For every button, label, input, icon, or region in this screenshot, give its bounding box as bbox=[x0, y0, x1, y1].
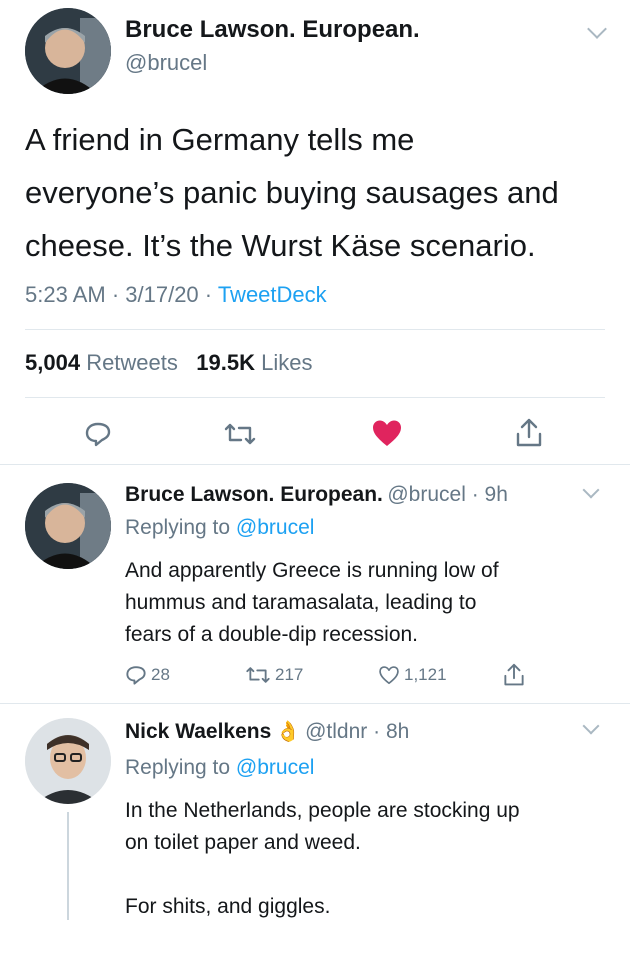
reply-icon bbox=[126, 666, 146, 685]
divider bbox=[0, 464, 630, 465]
tweet-text-line: A friend in Germany tells me bbox=[25, 122, 415, 157]
reply-text-line: And apparently Greece is running low of bbox=[125, 559, 499, 582]
like-count: 1,121 bbox=[404, 665, 447, 684]
author-avatar[interactable] bbox=[25, 8, 111, 94]
share-icon[interactable] bbox=[513, 416, 545, 450]
thread-line bbox=[67, 812, 69, 920]
ok-hand-emoji: 👌 bbox=[275, 721, 301, 743]
reply-handle-time[interactable]: @tldnr · 8h bbox=[305, 720, 409, 743]
reply-header: Nick Waelkens 👌 @tldnr · 8h bbox=[125, 719, 409, 744]
reply-text-line: on toilet paper and weed. bbox=[125, 831, 361, 854]
retweet-icon bbox=[246, 667, 270, 683]
divider bbox=[0, 703, 630, 704]
reply-author-name[interactable]: Nick Waelkens bbox=[125, 720, 271, 743]
reply-text: In the Netherlands, people are stocking … bbox=[125, 795, 615, 923]
tweet-text-line: everyone’s panic buying sausages and bbox=[25, 175, 559, 210]
heart-icon bbox=[379, 666, 399, 685]
reply-author-avatar[interactable] bbox=[25, 718, 111, 804]
like-heart-icon[interactable] bbox=[370, 417, 404, 449]
reply-count: 28 bbox=[151, 665, 170, 684]
author-handle[interactable]: @brucel bbox=[125, 50, 207, 76]
tweet-source-link[interactable]: TweetDeck bbox=[218, 282, 327, 307]
likes-stat[interactable]: 19.5K Likes bbox=[196, 350, 312, 375]
tweet-text: A friend in Germany tells me everyone’s … bbox=[25, 113, 615, 272]
replying-to-link[interactable]: @brucel bbox=[236, 516, 315, 539]
reply-action-like[interactable]: 1,121 bbox=[378, 664, 447, 686]
tweet-time: 5:23 AM · 3/17/20 · bbox=[25, 282, 218, 307]
tweet-timestamp: 5:23 AM · 3/17/20 · TweetDeck bbox=[25, 282, 327, 308]
share-icon[interactable] bbox=[503, 662, 525, 693]
reply-icon[interactable] bbox=[82, 418, 114, 450]
retweet-count: 217 bbox=[275, 665, 304, 684]
reply-text-line: fears of a double-dip recession. bbox=[125, 623, 419, 646]
tweet-stats: 5,004 Retweets 19.5K Likes bbox=[25, 350, 312, 376]
replying-to: Replying to @brucel bbox=[125, 756, 315, 779]
replying-to: Replying to @brucel bbox=[125, 516, 315, 539]
reply-handle-time[interactable]: @brucel · 9h bbox=[387, 483, 508, 506]
chevron-down-icon[interactable] bbox=[582, 481, 600, 499]
reply-author-avatar[interactable] bbox=[25, 483, 111, 569]
chevron-down-icon[interactable] bbox=[582, 717, 600, 735]
reply-action-reply[interactable]: 28 bbox=[125, 664, 170, 686]
author-name[interactable]: Bruce Lawson. European. bbox=[125, 16, 420, 44]
reply-text-line: hummus and taramasalata, leading to bbox=[125, 591, 477, 614]
reply-author-name[interactable]: Bruce Lawson. European. bbox=[125, 483, 383, 506]
reply-text: And apparently Greece is running low of … bbox=[125, 555, 615, 651]
reply-text-line bbox=[125, 859, 615, 891]
tweet-text-line: cheese. It’s the Wurst Käse scenario. bbox=[25, 228, 536, 263]
divider bbox=[25, 329, 605, 330]
chevron-down-icon[interactable] bbox=[587, 19, 607, 39]
reply-text-line: In the Netherlands, people are stocking … bbox=[125, 799, 520, 822]
divider bbox=[25, 397, 605, 398]
retweets-stat[interactable]: 5,004 Retweets bbox=[25, 350, 178, 375]
retweet-icon[interactable] bbox=[222, 418, 258, 450]
replying-to-link[interactable]: @brucel bbox=[236, 756, 315, 779]
reply-header: Bruce Lawson. European. @brucel · 9h bbox=[125, 483, 508, 507]
reply-text-line: For shits, and giggles. bbox=[125, 895, 331, 918]
reply-action-retweet[interactable]: 217 bbox=[245, 664, 303, 686]
